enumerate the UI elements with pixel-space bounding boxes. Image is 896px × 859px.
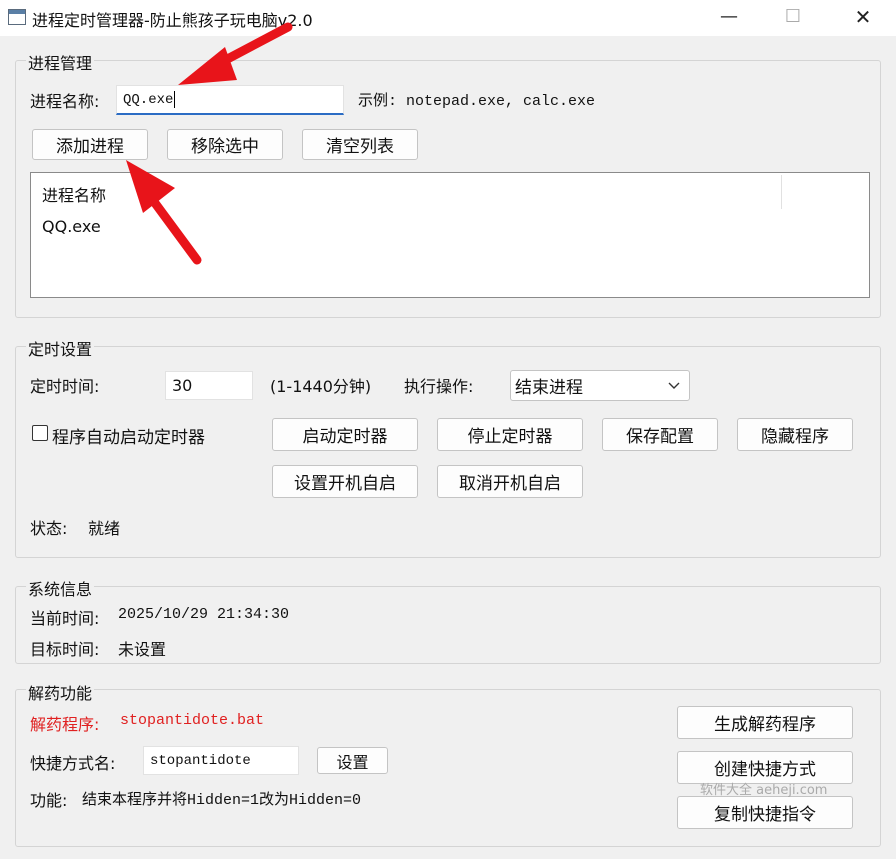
arrow-icon bbox=[178, 22, 293, 85]
arrow-icon bbox=[126, 160, 202, 265]
annotation-arrows bbox=[126, 22, 293, 265]
